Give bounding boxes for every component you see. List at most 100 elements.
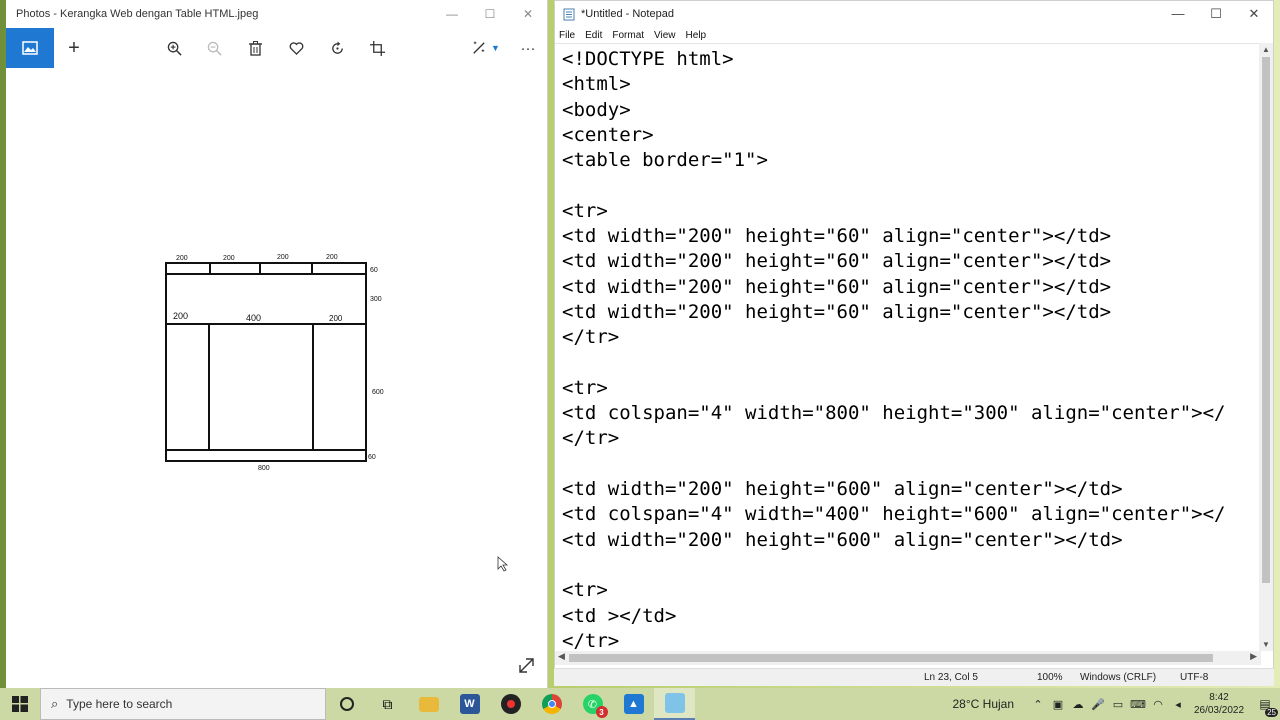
- start-button[interactable]: [0, 688, 40, 720]
- scroll-thumb[interactable]: [1262, 57, 1270, 583]
- crop-button[interactable]: [359, 28, 395, 68]
- code-line[interactable]: </tr>: [562, 426, 1261, 451]
- scroll-right-icon[interactable]: ▶: [1250, 651, 1257, 662]
- text-editor[interactable]: <!DOCTYPE html> <html> <body> <center> <tabl…: [555, 43, 1261, 651]
- crop-icon: [369, 40, 385, 56]
- photos-taskbar-button[interactable]: ▲: [613, 688, 654, 720]
- code-text[interactable]: <!DOCTYPE html> <html> <body> <center> <tabl…: [555, 44, 1261, 651]
- whatsapp-badge: 3: [595, 706, 608, 718]
- whatsapp-button[interactable]: ✆ 3: [572, 688, 613, 720]
- rotate-button[interactable]: [319, 28, 355, 68]
- code-line[interactable]: </tr>: [562, 325, 1261, 350]
- zoom-in-button[interactable]: [156, 28, 192, 68]
- code-line[interactable]: <tr>: [562, 376, 1261, 401]
- close-button[interactable]: ✕: [1235, 6, 1273, 22]
- edit-icon: [473, 41, 485, 54]
- wifi-icon[interactable]: ◠: [1148, 698, 1168, 711]
- more-button[interactable]: ···: [510, 28, 546, 68]
- volume-icon[interactable]: ◂: [1168, 698, 1188, 711]
- network-device-icon[interactable]: ▣: [1048, 698, 1068, 711]
- sketch-mid-label: 200: [329, 314, 343, 323]
- word-button[interactable]: W: [449, 688, 490, 720]
- code-line[interactable]: <html>: [562, 72, 1261, 97]
- file-explorer-button[interactable]: [408, 688, 449, 720]
- trash-icon: [248, 40, 262, 56]
- code-line[interactable]: [562, 351, 1261, 376]
- delete-button[interactable]: [237, 28, 273, 68]
- display-icon[interactable]: ▭: [1108, 698, 1128, 711]
- menu-file[interactable]: File: [559, 30, 575, 41]
- chevron-down-icon: ▼: [491, 43, 500, 53]
- sketch-row-label: 60: [370, 267, 378, 274]
- rotate-icon: [331, 40, 343, 54]
- add-button[interactable]: +: [56, 28, 92, 68]
- code-line[interactable]: <td colspan="4" width="400" height="600"…: [562, 502, 1261, 527]
- code-line[interactable]: <td width="200" height="60" align="cente…: [562, 249, 1261, 274]
- vertical-scrollbar[interactable]: ▲ ▼: [1259, 43, 1273, 651]
- code-line[interactable]: <td width="200" height="600" align="cent…: [562, 528, 1261, 553]
- view-image-button[interactable]: [6, 28, 54, 68]
- code-line[interactable]: [562, 173, 1261, 198]
- maximize-button[interactable]: ☐: [1197, 6, 1235, 22]
- sketch-top-label: 200: [277, 254, 289, 261]
- zoom-out-button[interactable]: [196, 28, 232, 68]
- code-line[interactable]: <tr>: [562, 578, 1261, 603]
- cursor-position: Ln 23, Col 5: [924, 672, 978, 683]
- code-line[interactable]: [562, 452, 1261, 477]
- close-button[interactable]: ✕: [509, 7, 547, 21]
- notification-count: 25: [1265, 708, 1278, 717]
- photos-window: Photos - Kerangka Web dengan Table HTML.…: [6, 0, 548, 688]
- scroll-down-icon[interactable]: ▼: [1259, 640, 1273, 649]
- code-line[interactable]: <td width="200" height="60" align="cente…: [562, 275, 1261, 300]
- edit-button[interactable]: ▼: [464, 28, 508, 68]
- code-line[interactable]: <table border="1">: [562, 148, 1261, 173]
- code-line[interactable]: [562, 553, 1261, 578]
- keyboard-icon[interactable]: ⌨: [1128, 698, 1148, 711]
- code-line[interactable]: </tr>: [562, 629, 1261, 651]
- code-line[interactable]: <td width="200" height="60" align="cente…: [562, 300, 1261, 325]
- clock[interactable]: 8:42 26/03/2022: [1188, 691, 1250, 717]
- menu-format[interactable]: Format: [612, 30, 644, 41]
- chevron-up-icon[interactable]: ⌃: [1028, 698, 1048, 711]
- maximize-button[interactable]: ☐: [471, 7, 509, 21]
- expand-icon[interactable]: [519, 658, 534, 673]
- scroll-left-icon[interactable]: ◀: [558, 651, 565, 662]
- code-line[interactable]: <center>: [562, 123, 1261, 148]
- chrome-button[interactable]: [531, 688, 572, 720]
- code-line[interactable]: <tr>: [562, 199, 1261, 224]
- code-line[interactable]: <td ></td>: [562, 604, 1261, 629]
- code-line[interactable]: <td width="200" height="600" align="cent…: [562, 477, 1261, 502]
- code-line[interactable]: <body>: [562, 98, 1261, 123]
- notification-button[interactable]: ▤ 25: [1250, 697, 1280, 717]
- photos-titlebar: Photos - Kerangka Web dengan Table HTML.…: [6, 0, 547, 28]
- notepad-titlebar: *Untitled - Notepad — ☐ ✕: [555, 1, 1273, 27]
- recorder-button[interactable]: [490, 688, 531, 720]
- menu-view[interactable]: View: [654, 30, 676, 41]
- weather-widget[interactable]: 28°C Hujan: [953, 697, 1015, 711]
- notepad-icon: [664, 693, 685, 713]
- scroll-up-icon[interactable]: ▲: [1259, 45, 1273, 54]
- notepad-icon: [563, 8, 575, 20]
- task-view-button[interactable]: ⧉: [367, 688, 408, 720]
- code-line[interactable]: <!DOCTYPE html>: [562, 47, 1261, 72]
- task-view-icon: ⧉: [382, 695, 393, 712]
- scroll-thumb[interactable]: [569, 654, 1213, 662]
- notepad-taskbar-button[interactable]: [654, 688, 695, 720]
- code-line[interactable]: <td width="200" height="60" align="cente…: [562, 224, 1261, 249]
- sketch-row-label: 300: [370, 296, 382, 303]
- minimize-button[interactable]: —: [1159, 6, 1197, 22]
- horizontal-scrollbar[interactable]: ◀ ▶: [555, 651, 1261, 665]
- notepad-window: *Untitled - Notepad — ☐ ✕ File Edit Form…: [554, 0, 1274, 670]
- menu-help[interactable]: Help: [686, 30, 707, 41]
- cloud-icon[interactable]: ☁: [1068, 698, 1088, 711]
- clock-time: 8:42: [1209, 692, 1229, 703]
- sketch-mid-label: 200: [173, 311, 188, 321]
- cortana-button[interactable]: [326, 688, 367, 720]
- microphone-icon[interactable]: 🎤: [1088, 698, 1108, 711]
- taskbar-search[interactable]: ⌕ Type here to search: [40, 688, 326, 720]
- code-line[interactable]: <td colspan="4" width="800" height="300"…: [562, 401, 1261, 426]
- menu-edit[interactable]: Edit: [585, 30, 602, 41]
- sketch-top-label: 200: [326, 254, 338, 261]
- minimize-button[interactable]: —: [433, 7, 471, 21]
- favorite-button[interactable]: [278, 28, 314, 68]
